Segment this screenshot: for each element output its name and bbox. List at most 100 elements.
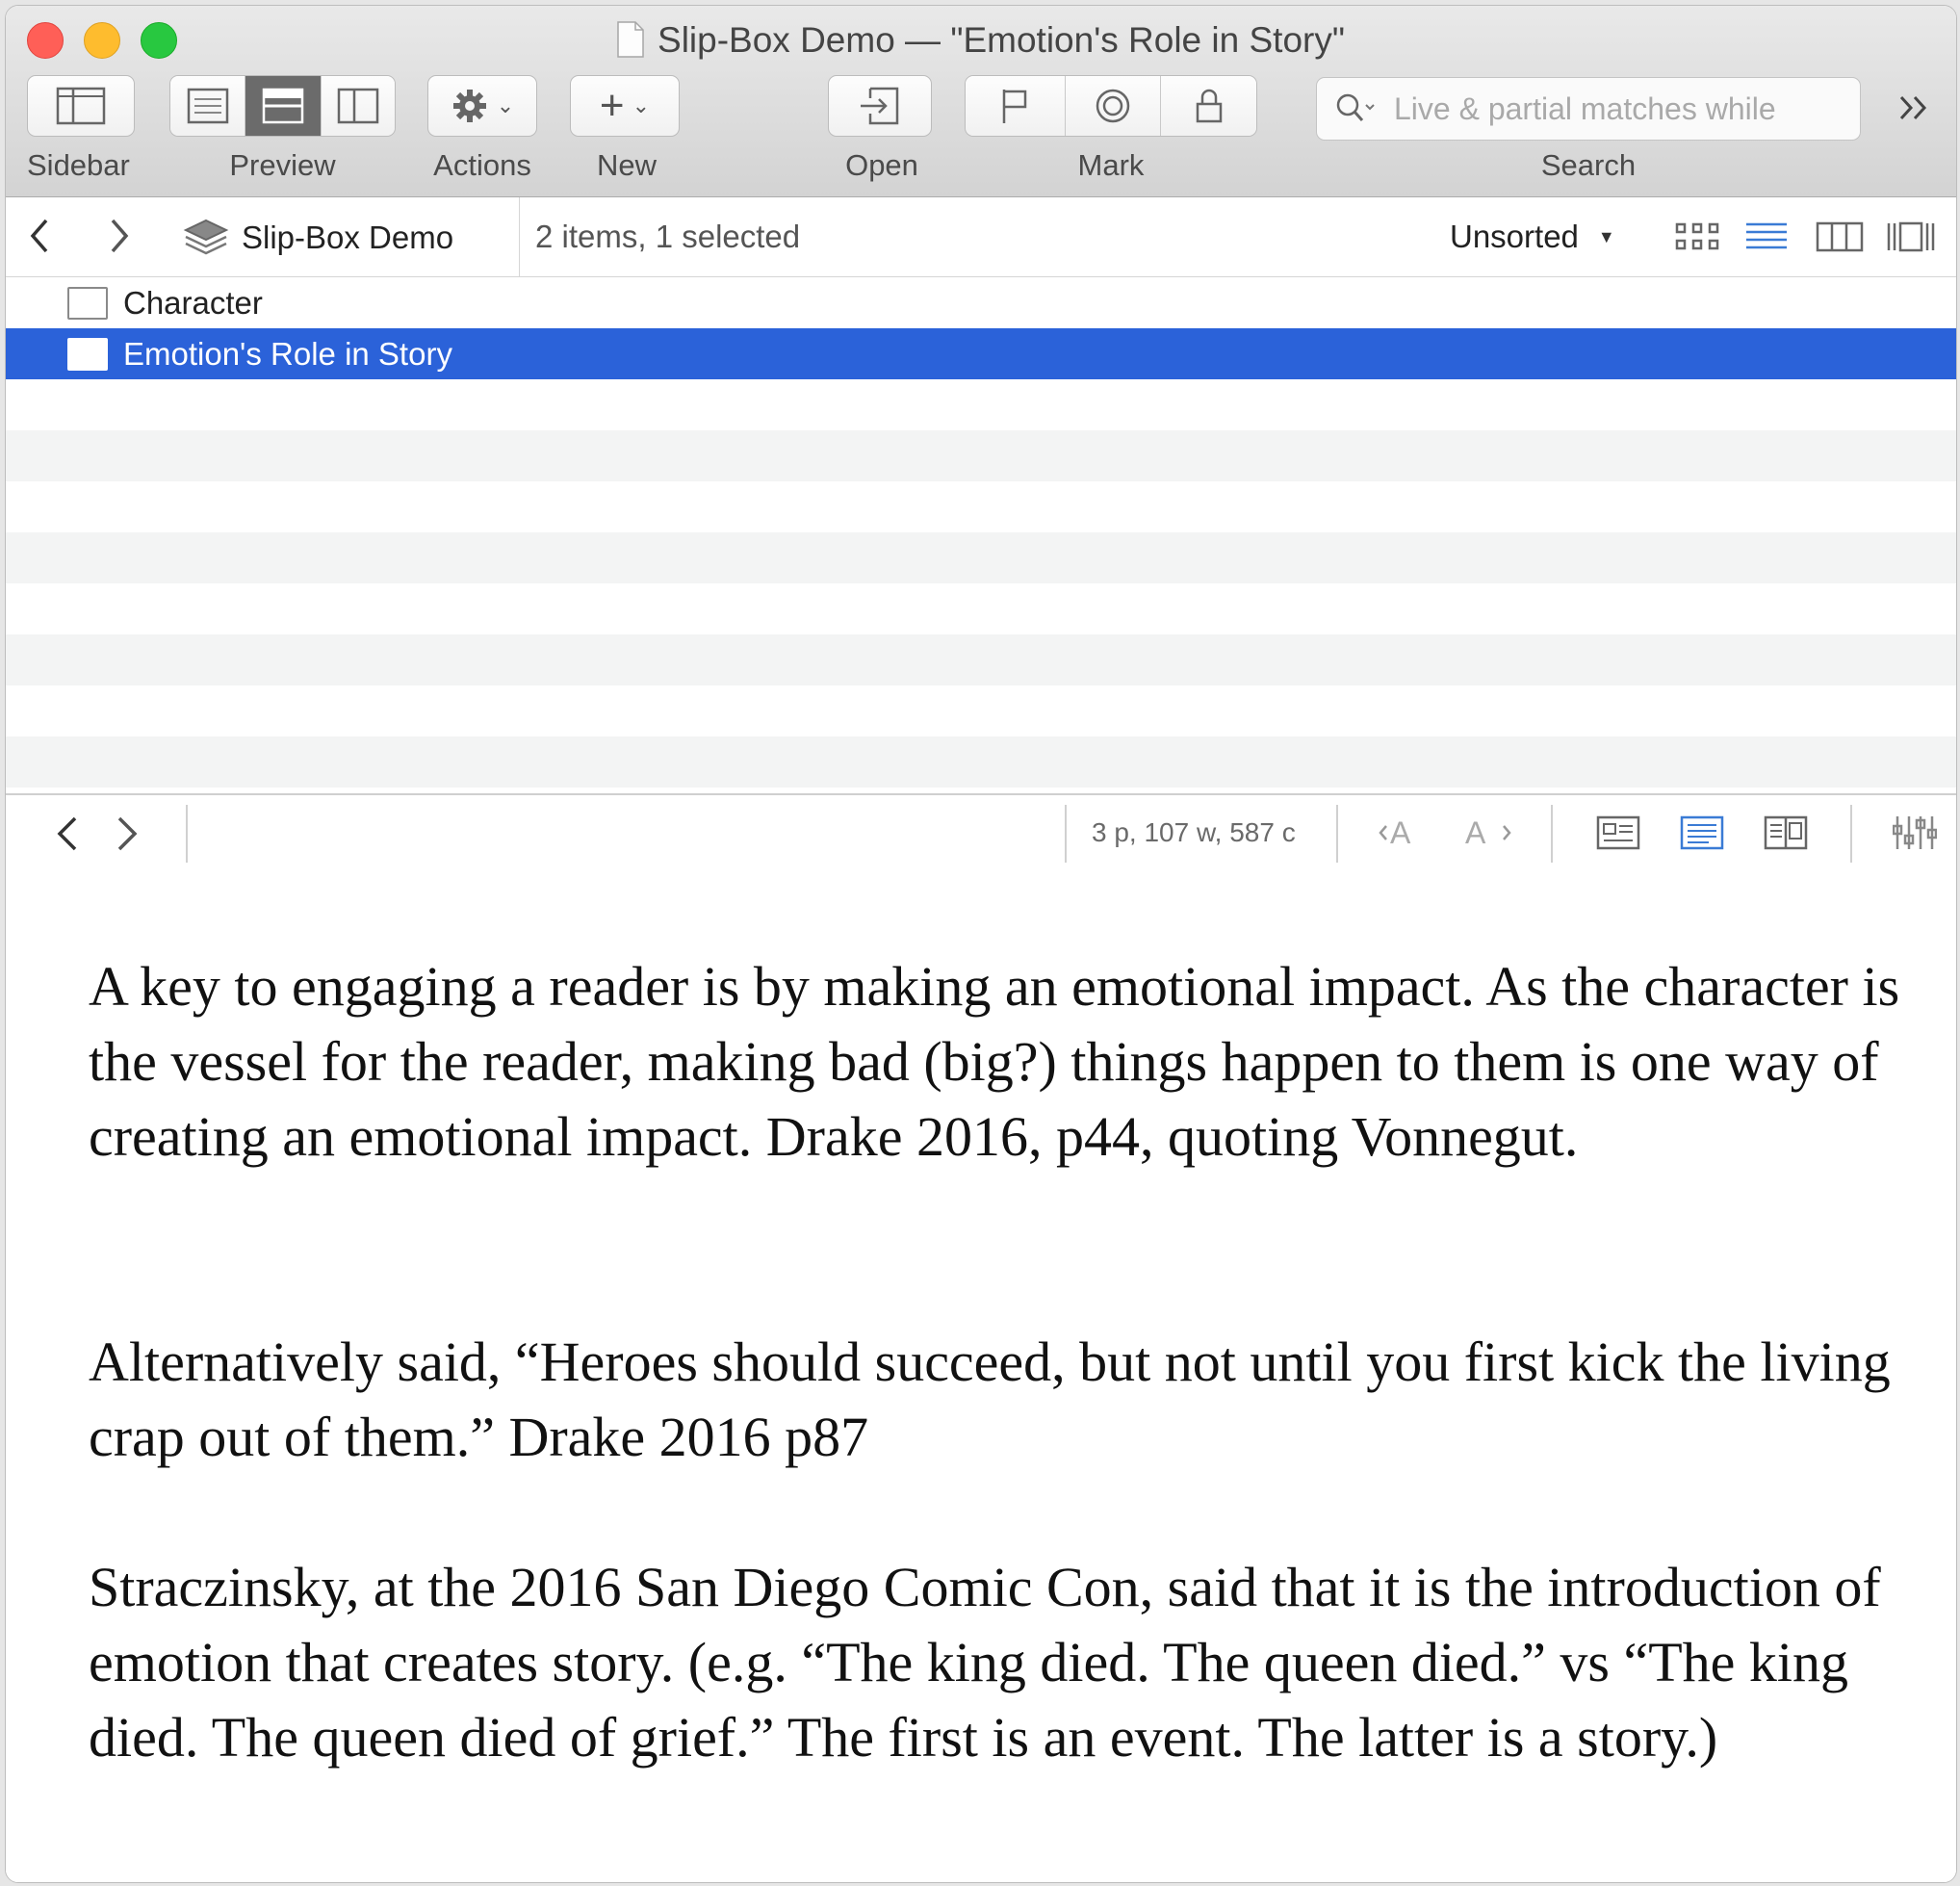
lock-icon: [1196, 89, 1222, 123]
cover-flow-icon: [1887, 221, 1935, 252]
item-count: 2 items, 1 selected: [535, 219, 801, 254]
editor-paragraph: Alternatively said, “Heroes should succe…: [89, 1331, 1891, 1468]
breadcrumb-label: Slip-Box Demo: [242, 220, 454, 255]
toolbar-overflow-button[interactable]: [1897, 89, 1932, 132]
decrease-font-button[interactable]: A: [1377, 814, 1431, 856]
list-item[interactable]: Character: [6, 277, 1956, 328]
preview-label: Preview: [229, 148, 336, 182]
increase-font-button[interactable]: A: [1463, 814, 1519, 856]
mark-segmented-control[interactable]: [965, 75, 1257, 137]
open-label: Open: [845, 148, 918, 182]
lock-button[interactable]: [1161, 76, 1256, 136]
preview-list-only-button[interactable]: [170, 76, 246, 136]
window-title: Slip-Box Demo — "Emotion's Role in Story…: [6, 19, 1956, 62]
document-list: Character Emotion's Role in Story: [6, 277, 1956, 791]
list-item-selected[interactable]: Emotion's Role in Story: [6, 328, 1956, 379]
sidebar-icon: [56, 87, 106, 125]
grid-icon: [1675, 222, 1719, 250]
new-label: New: [597, 148, 658, 182]
sidebar-label: Sidebar: [27, 148, 130, 182]
window-title-text: Slip-Box Demo — "Emotion's Role in Story…: [658, 20, 1345, 60]
sidebar-button[interactable]: [27, 75, 135, 137]
chevron-left-icon: [30, 219, 48, 253]
double-chevron-right-icon: [1899, 95, 1927, 120]
text-smaller-icon: A: [1379, 815, 1411, 850]
text-page-icon: [1680, 815, 1724, 850]
flag-icon: [1003, 90, 1027, 123]
list-layout-icon: [187, 88, 228, 124]
editor-paragraph: Straczinsky, at the 2016 San Diego Comic…: [89, 1556, 1881, 1769]
svg-text:A: A: [1465, 815, 1486, 850]
editor-divider: [186, 805, 188, 863]
column-view-button[interactable]: [1816, 220, 1864, 258]
inspector-sliders-icon: [1892, 816, 1938, 849]
editor-back-button[interactable]: [50, 813, 85, 860]
chevron-right-icon: [111, 219, 129, 253]
gear-icon: [452, 90, 486, 122]
search-field[interactable]: [1316, 77, 1861, 141]
breadcrumb[interactable]: Slip-Box Demo: [182, 217, 453, 259]
target-circle-icon: [1096, 89, 1130, 123]
preview-bottom-button[interactable]: [245, 76, 322, 136]
editor-pane[interactable]: A key to engaging a reader is by making …: [6, 870, 1956, 1882]
svg-text:A: A: [1390, 815, 1411, 850]
forward-button[interactable]: [105, 215, 143, 259]
list-lines-icon: [1746, 222, 1787, 249]
editor-forward-button[interactable]: [110, 813, 144, 860]
chevron-down-icon: ⌄: [632, 93, 651, 117]
flag-button[interactable]: [966, 76, 1066, 136]
inspector-button[interactable]: [1892, 813, 1938, 858]
text-only-button[interactable]: [1680, 814, 1724, 856]
document-icon: [617, 21, 644, 58]
text-larger-icon: A: [1465, 815, 1511, 850]
editor-divider: [1336, 805, 1338, 863]
open-button[interactable]: [828, 75, 932, 137]
search-icon: [1336, 93, 1375, 121]
editor-paragraph: A key to engaging a reader is by making …: [89, 955, 1900, 1168]
word-count: 3 p, 107 w, 587 c: [1092, 817, 1296, 847]
two-column-icon: [1764, 815, 1808, 850]
mark-label: Mark: [1077, 148, 1145, 182]
editor-divider: [1065, 805, 1067, 863]
app-window: Slip-Box Demo — "Emotion's Role in Story…: [5, 5, 1957, 1883]
search-input[interactable]: [1392, 90, 1819, 128]
editor-divider: [1850, 805, 1852, 863]
empty-row: [6, 634, 1956, 685]
list-view-button[interactable]: [1744, 220, 1789, 258]
split-horizontal-icon: [262, 88, 304, 124]
chevron-left-icon: [57, 816, 77, 851]
sort-label: Unsorted: [1450, 219, 1579, 254]
open-in-icon: [861, 87, 899, 125]
list-item-label: Character: [123, 284, 263, 321]
stack-layers-icon: [183, 219, 229, 255]
editor-bar: 3 p, 107 w, 587 c A A: [6, 793, 1956, 872]
path-bar: Slip-Box Demo 2 items, 1 selected Unsort…: [6, 197, 1956, 277]
empty-row: [6, 532, 1956, 583]
show-header-button[interactable]: [1596, 814, 1640, 856]
label-button[interactable]: [1065, 76, 1162, 136]
caret-down-icon: ▼: [1597, 227, 1615, 246]
split-vertical-icon: [337, 88, 379, 124]
gallery-view-button[interactable]: [1886, 220, 1936, 258]
document-icon: [67, 286, 108, 320]
toolbar: Slip-Box Demo — "Emotion's Role in Story…: [6, 6, 1956, 197]
new-button[interactable]: + ⌄: [570, 75, 680, 137]
path-divider: [519, 197, 520, 276]
sort-menu[interactable]: Unsorted ▼: [1450, 219, 1615, 255]
card-header-icon: [1596, 815, 1640, 850]
list-item-label: Emotion's Role in Story: [123, 335, 452, 372]
actions-button[interactable]: ⌄: [427, 75, 537, 137]
columns-icon: [1816, 221, 1864, 252]
actions-label: Actions: [433, 148, 531, 182]
back-button[interactable]: [25, 215, 64, 259]
empty-row: [6, 736, 1956, 788]
chevron-right-icon: [117, 816, 138, 851]
search-label: Search: [1540, 148, 1637, 182]
icon-view-button[interactable]: [1674, 220, 1722, 258]
split-editor-button[interactable]: [1764, 814, 1808, 856]
preview-right-button[interactable]: [321, 76, 395, 136]
document-icon: [67, 337, 108, 371]
preview-segmented-control[interactable]: [169, 75, 396, 137]
plus-icon: +: [599, 82, 625, 129]
empty-row: [6, 430, 1956, 481]
